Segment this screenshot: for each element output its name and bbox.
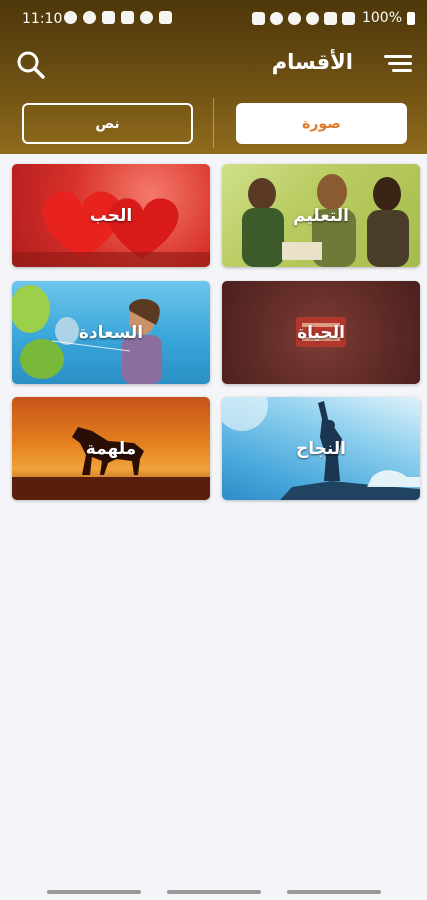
- page-title: الأقسام: [271, 50, 353, 74]
- system-icons: 100%: [251, 10, 415, 26]
- category-label: النجاح: [295, 438, 347, 459]
- category-card-love[interactable]: الحب: [12, 164, 210, 267]
- sync-icon: [83, 11, 96, 24]
- tab-image[interactable]: صورة: [236, 103, 407, 144]
- tab-divider: [213, 98, 214, 148]
- category-card-success[interactable]: النجاح: [222, 397, 420, 500]
- whatsapp-icon: [64, 11, 77, 24]
- header: 11:10 100% الأقسام نص صورة: [0, 0, 427, 154]
- type-tabs: نص صورة: [0, 96, 427, 152]
- app-icon: [159, 11, 172, 24]
- menu-icon[interactable]: [384, 52, 412, 76]
- app-bar: الأقسام: [0, 38, 427, 94]
- bluetooth-icon: [287, 11, 301, 25]
- nav-recents-handle[interactable]: [287, 890, 381, 894]
- lte-signal-icon: [323, 11, 337, 25]
- nav-back-handle[interactable]: [47, 890, 141, 894]
- category-label: ملهمة: [85, 438, 137, 459]
- wifi-icon: [305, 11, 319, 25]
- category-label: السعادة: [78, 322, 144, 343]
- notification-icons: [64, 11, 172, 24]
- signal-icon: [341, 11, 355, 25]
- category-label: الحياة: [297, 322, 345, 343]
- battery-percent: 100%: [361, 10, 402, 26]
- system-nav-bar: [0, 876, 427, 900]
- category-label: الحب: [89, 205, 133, 226]
- category-card-education[interactable]: التعليم: [222, 164, 420, 267]
- status-time: 11:10: [22, 11, 63, 27]
- lock-icon: [140, 11, 153, 24]
- alarm-icon: [269, 11, 283, 25]
- search-icon[interactable]: [16, 50, 46, 80]
- battery-icon: [407, 11, 415, 25]
- category-card-life[interactable]: الحياة: [222, 281, 420, 384]
- nav-home-handle[interactable]: [167, 890, 261, 894]
- category-card-happiness[interactable]: السعادة: [12, 281, 210, 384]
- category-card-inspiring[interactable]: ملهمة: [12, 397, 210, 500]
- category-label: التعليم: [293, 205, 349, 226]
- image-icon: [121, 11, 134, 24]
- download-icon: [102, 11, 115, 24]
- tab-text[interactable]: نص: [22, 103, 193, 144]
- status-bar: 11:10 100%: [0, 0, 427, 38]
- vibrate-icon: [251, 11, 265, 25]
